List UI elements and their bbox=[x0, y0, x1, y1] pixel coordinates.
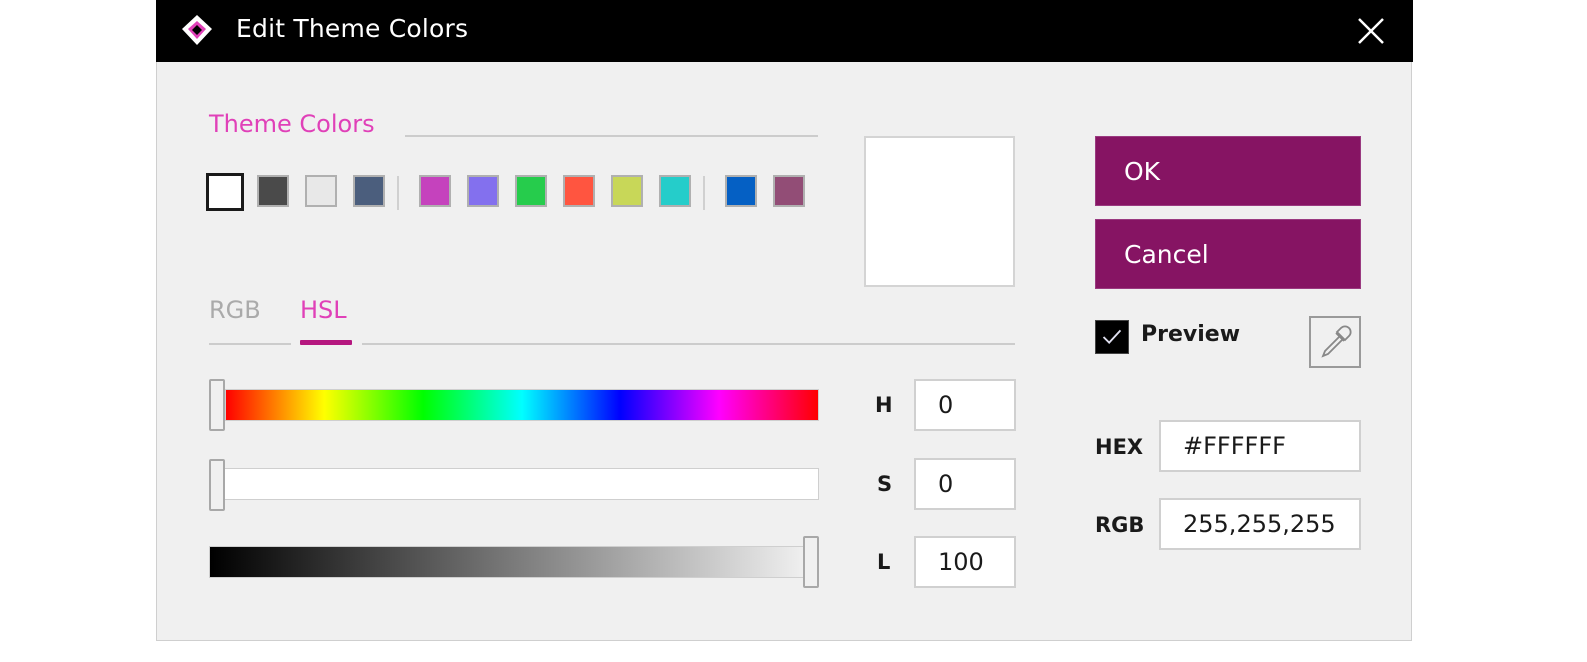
cancel-button[interactable]: Cancel bbox=[1095, 219, 1361, 289]
swatch-magenta[interactable] bbox=[419, 175, 451, 207]
swatch-slate-blue[interactable] bbox=[353, 175, 385, 207]
checkmark-icon bbox=[1102, 329, 1122, 345]
active-tab-indicator bbox=[300, 340, 352, 345]
rgb-input[interactable]: 255,255,255 bbox=[1159, 498, 1361, 550]
edit-theme-colors-dialog: Edit Theme Colors Theme Colors RGB HSL H… bbox=[156, 0, 1413, 641]
hex-input[interactable]: #FFFFFF bbox=[1159, 420, 1361, 472]
eyedropper-icon bbox=[1321, 325, 1352, 358]
diamond-logo-icon bbox=[182, 15, 212, 45]
preview-checkbox[interactable] bbox=[1095, 320, 1129, 354]
swatch-blue[interactable] bbox=[725, 175, 757, 207]
lightness-label: L bbox=[877, 550, 891, 574]
lightness-input[interactable]: 100 bbox=[914, 536, 1016, 588]
section-divider bbox=[405, 135, 818, 137]
saturation-label: S bbox=[877, 472, 893, 496]
swatch-lavender[interactable] bbox=[467, 175, 499, 207]
hue-slider-thumb[interactable] bbox=[209, 379, 225, 431]
hue-slider-track[interactable] bbox=[225, 389, 819, 421]
hue-input[interactable]: 0 bbox=[914, 379, 1016, 431]
swatch-light-gray[interactable] bbox=[305, 175, 337, 207]
close-icon[interactable] bbox=[1352, 12, 1390, 50]
rgb-label: RGB bbox=[1095, 513, 1145, 537]
title-bar: Edit Theme Colors bbox=[156, 0, 1413, 62]
swatch-red-orange[interactable] bbox=[563, 175, 595, 207]
swatch-dark-gray[interactable] bbox=[257, 175, 289, 207]
hex-label: HEX bbox=[1095, 435, 1144, 459]
swatch-white[interactable] bbox=[206, 173, 244, 211]
ok-button[interactable]: OK bbox=[1095, 136, 1361, 206]
tab-divider bbox=[362, 343, 1015, 345]
lightness-slider-thumb[interactable] bbox=[803, 536, 819, 588]
saturation-input[interactable]: 0 bbox=[914, 458, 1016, 510]
tab-hsl[interactable]: HSL bbox=[300, 296, 347, 324]
hue-label: H bbox=[875, 393, 893, 417]
preview-label: Preview bbox=[1141, 322, 1241, 347]
swatch-separator bbox=[397, 176, 399, 210]
tab-rgb[interactable]: RGB bbox=[209, 296, 261, 324]
window-title: Edit Theme Colors bbox=[236, 14, 469, 43]
swatch-turquoise[interactable] bbox=[659, 175, 691, 207]
theme-colors-label: Theme Colors bbox=[209, 110, 375, 138]
swatch-green[interactable] bbox=[515, 175, 547, 207]
tab-divider bbox=[209, 343, 291, 345]
eyedropper-button[interactable] bbox=[1309, 316, 1361, 368]
swatch-yellow-green[interactable] bbox=[611, 175, 643, 207]
saturation-slider-thumb[interactable] bbox=[209, 459, 225, 511]
swatch-plum[interactable] bbox=[773, 175, 805, 207]
saturation-slider-track[interactable] bbox=[223, 468, 819, 500]
lightness-slider-track[interactable] bbox=[209, 546, 819, 578]
color-preview-box bbox=[864, 136, 1015, 287]
swatch-separator bbox=[703, 176, 705, 210]
